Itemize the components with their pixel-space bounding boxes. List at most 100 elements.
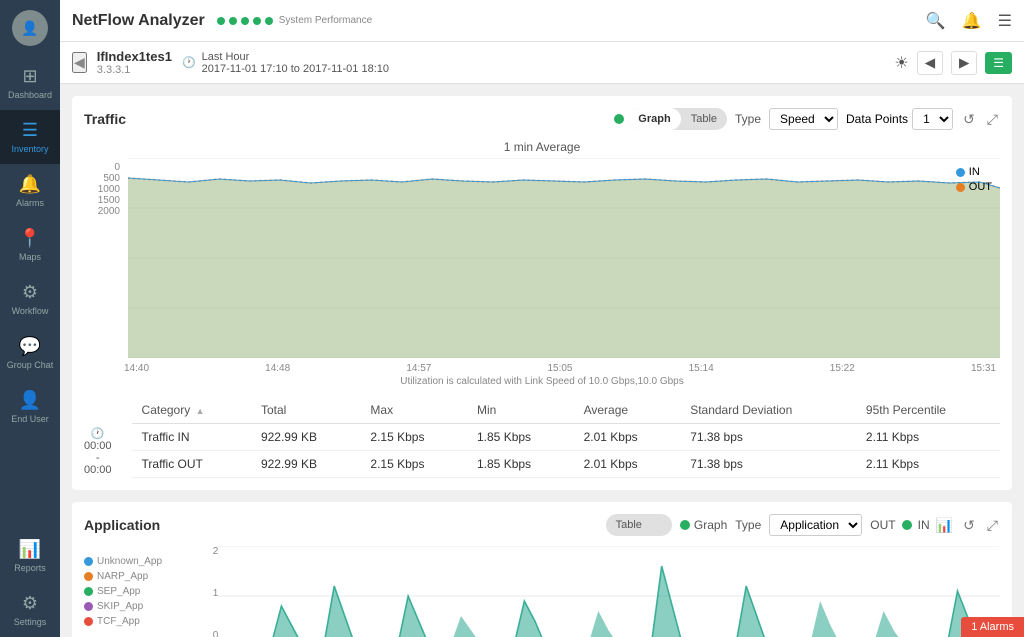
row2-max: 2.15 Kbps [360,451,467,478]
traffic-chart-container: 1 min Average 2000 1500 1000 500 0 [84,140,1000,387]
brightness-icon[interactable]: ☀ [894,53,908,73]
col-std-dev[interactable]: Standard Deviation [680,397,856,424]
stats-section: 🕐 00:00 - 00:00 Category ▲ Total Max Min… [84,397,1000,478]
table-row: Traffic OUT 922.99 KB 2.15 Kbps 1.85 Kbp… [132,451,1000,478]
chart-note: Utilization is calculated with Link Spee… [84,376,1000,387]
inventory-icon: ☰ [22,120,38,141]
app-refresh-button[interactable]: ↺ [961,515,977,536]
app-out-label: OUT [870,518,895,532]
type-select[interactable]: Speed [769,108,838,130]
nav-prev-button[interactable]: ◀ [917,51,943,75]
app-table-toggle: Table Graph [606,514,728,536]
sidebar-item-groupchat[interactable]: 💬 Group Chat [0,326,60,380]
application-header: Application Table Graph Type Application… [84,514,1000,536]
time-to: 00:00 [84,464,112,476]
row2-total: 922.99 KB [251,451,360,478]
enduser-icon: 👤 [19,390,41,411]
sidebar-item-reports[interactable]: 📊 Reports [0,529,60,583]
x-axis: 14:40 14:48 14:57 15:05 15:14 15:22 15:3… [84,361,1000,374]
main-area: NetFlow Analyzer System Performance 🔍 🔔 … [60,0,1024,637]
legend-out-label: OUT [969,181,992,193]
refresh-button[interactable]: ↺ [961,109,977,130]
app-svg-wrapper: 0 1 2 [194,546,1000,637]
row2-min: 1.85 Kbps [467,451,574,478]
time-range-display: 🕐 00:00 - 00:00 [84,397,112,476]
sep-app-dot [84,587,93,596]
device-ip: 3.3.3.1 [97,64,172,76]
expand-button[interactable]: ⤢ [985,109,1000,130]
sidebar-label: Settings [14,617,47,627]
traffic-header: Traffic Graph Table Type Speed Data Poin… [84,108,1000,130]
app-view-toggle[interactable]: Table [606,514,672,536]
alarms-icon: 🔔 [19,174,41,195]
sidebar-item-inventory[interactable]: ☰ Inventory [0,110,60,164]
sidebar-item-maps[interactable]: 📍 Maps [0,218,60,272]
sidebar-item-enduser[interactable]: 👤 End User [0,380,60,434]
menu-icon[interactable]: ☰ [998,11,1012,31]
sidebar-item-settings[interactable]: ⚙ Settings [0,583,60,637]
nav-next-button[interactable]: ▶ [951,51,977,75]
app-out-in-toggle: OUT IN 📊 [870,517,953,534]
row1-max: 2.15 Kbps [360,424,467,451]
narp-app-dot [84,572,93,581]
time-label: Last Hour [202,51,389,63]
alarm-count: 1 [971,621,977,633]
chart-svg-wrapper: IN OUT [128,158,1000,361]
table-row: Traffic IN 922.99 KB 2.15 Kbps 1.85 Kbps… [132,424,1000,451]
search-icon[interactable]: 🔍 [926,11,946,31]
col-average[interactable]: Average [574,397,681,424]
col-min[interactable]: Min [467,397,574,424]
bell-icon[interactable]: 🔔 [962,11,982,31]
data-points-group: Data Points 1 [846,108,953,130]
sidebar-item-workflow[interactable]: ⚙ Workflow [0,272,60,326]
maps-icon: 📍 [19,228,41,249]
traffic-title: Traffic [84,111,606,127]
traffic-chart-svg [128,158,1000,358]
subheader-actions: ☀ ◀ ▶ ☰ [894,51,1012,75]
stats-table: Category ▲ Total Max Min Average Standar… [132,397,1000,478]
graph-table-toggle: Graph Table [614,108,727,130]
application-section: Application Table Graph Type Application… [72,502,1012,637]
type-label: Type [735,112,761,126]
sidebar-label: Alarms [16,198,44,208]
col-category[interactable]: Category ▲ [132,397,251,424]
chart-title: 1 min Average [84,140,1000,154]
skip-app-label: SKIP_App [97,601,143,612]
unknown-app-dot [84,557,93,566]
clock-icon-2: 🕐 [91,427,105,440]
avatar[interactable]: 👤 [12,10,48,46]
app-table-option[interactable]: Table [606,514,652,536]
col-max[interactable]: Max [360,397,467,424]
sidebar-label: Workflow [12,306,49,316]
app-chart-svg [218,546,1000,637]
back-button[interactable]: ◀ [72,52,87,73]
status-dot-4 [253,17,261,25]
skip-app-dot [84,602,93,611]
narp-app-label: NARP_App [97,571,148,582]
bar-chart-icon[interactable]: 📊 [936,517,953,534]
app-type-select[interactable]: Application [769,514,862,536]
table-option[interactable]: Table [681,108,727,130]
app-graph-dot [680,520,690,530]
col-percentile[interactable]: 95th Percentile [856,397,1000,424]
dashboard-icon: ⊞ [22,66,37,87]
legend-out-dot [956,183,965,192]
col-total[interactable]: Total [251,397,360,424]
legend-in-label: IN [969,166,980,178]
row1-min: 1.85 Kbps [467,424,574,451]
view-toggle[interactable]: Graph Table [628,108,727,130]
status-dot-1 [217,17,225,25]
sidebar-item-dashboard[interactable]: ⊞ Dashboard [0,56,60,110]
app-expand-button[interactable]: ⤢ [985,515,1000,536]
graph-option[interactable]: Graph [628,108,680,130]
status-dot-3 [241,17,249,25]
alarm-bar[interactable]: 1 Alarms [961,617,1024,637]
y-axis: 2000 1500 1000 500 0 [84,158,124,235]
sidebar-item-alarms[interactable]: 🔔 Alarms [0,164,60,218]
menu-green-button[interactable]: ☰ [985,52,1012,74]
time-from: 00:00 [84,440,112,452]
time-info: 🕐 Last Hour 2017-11-01 17:10 to 2017-11-… [182,51,389,75]
row1-pct: 2.11 Kbps [856,424,1000,451]
app-type-label: Type [735,518,761,532]
data-points-select[interactable]: 1 [912,108,953,130]
